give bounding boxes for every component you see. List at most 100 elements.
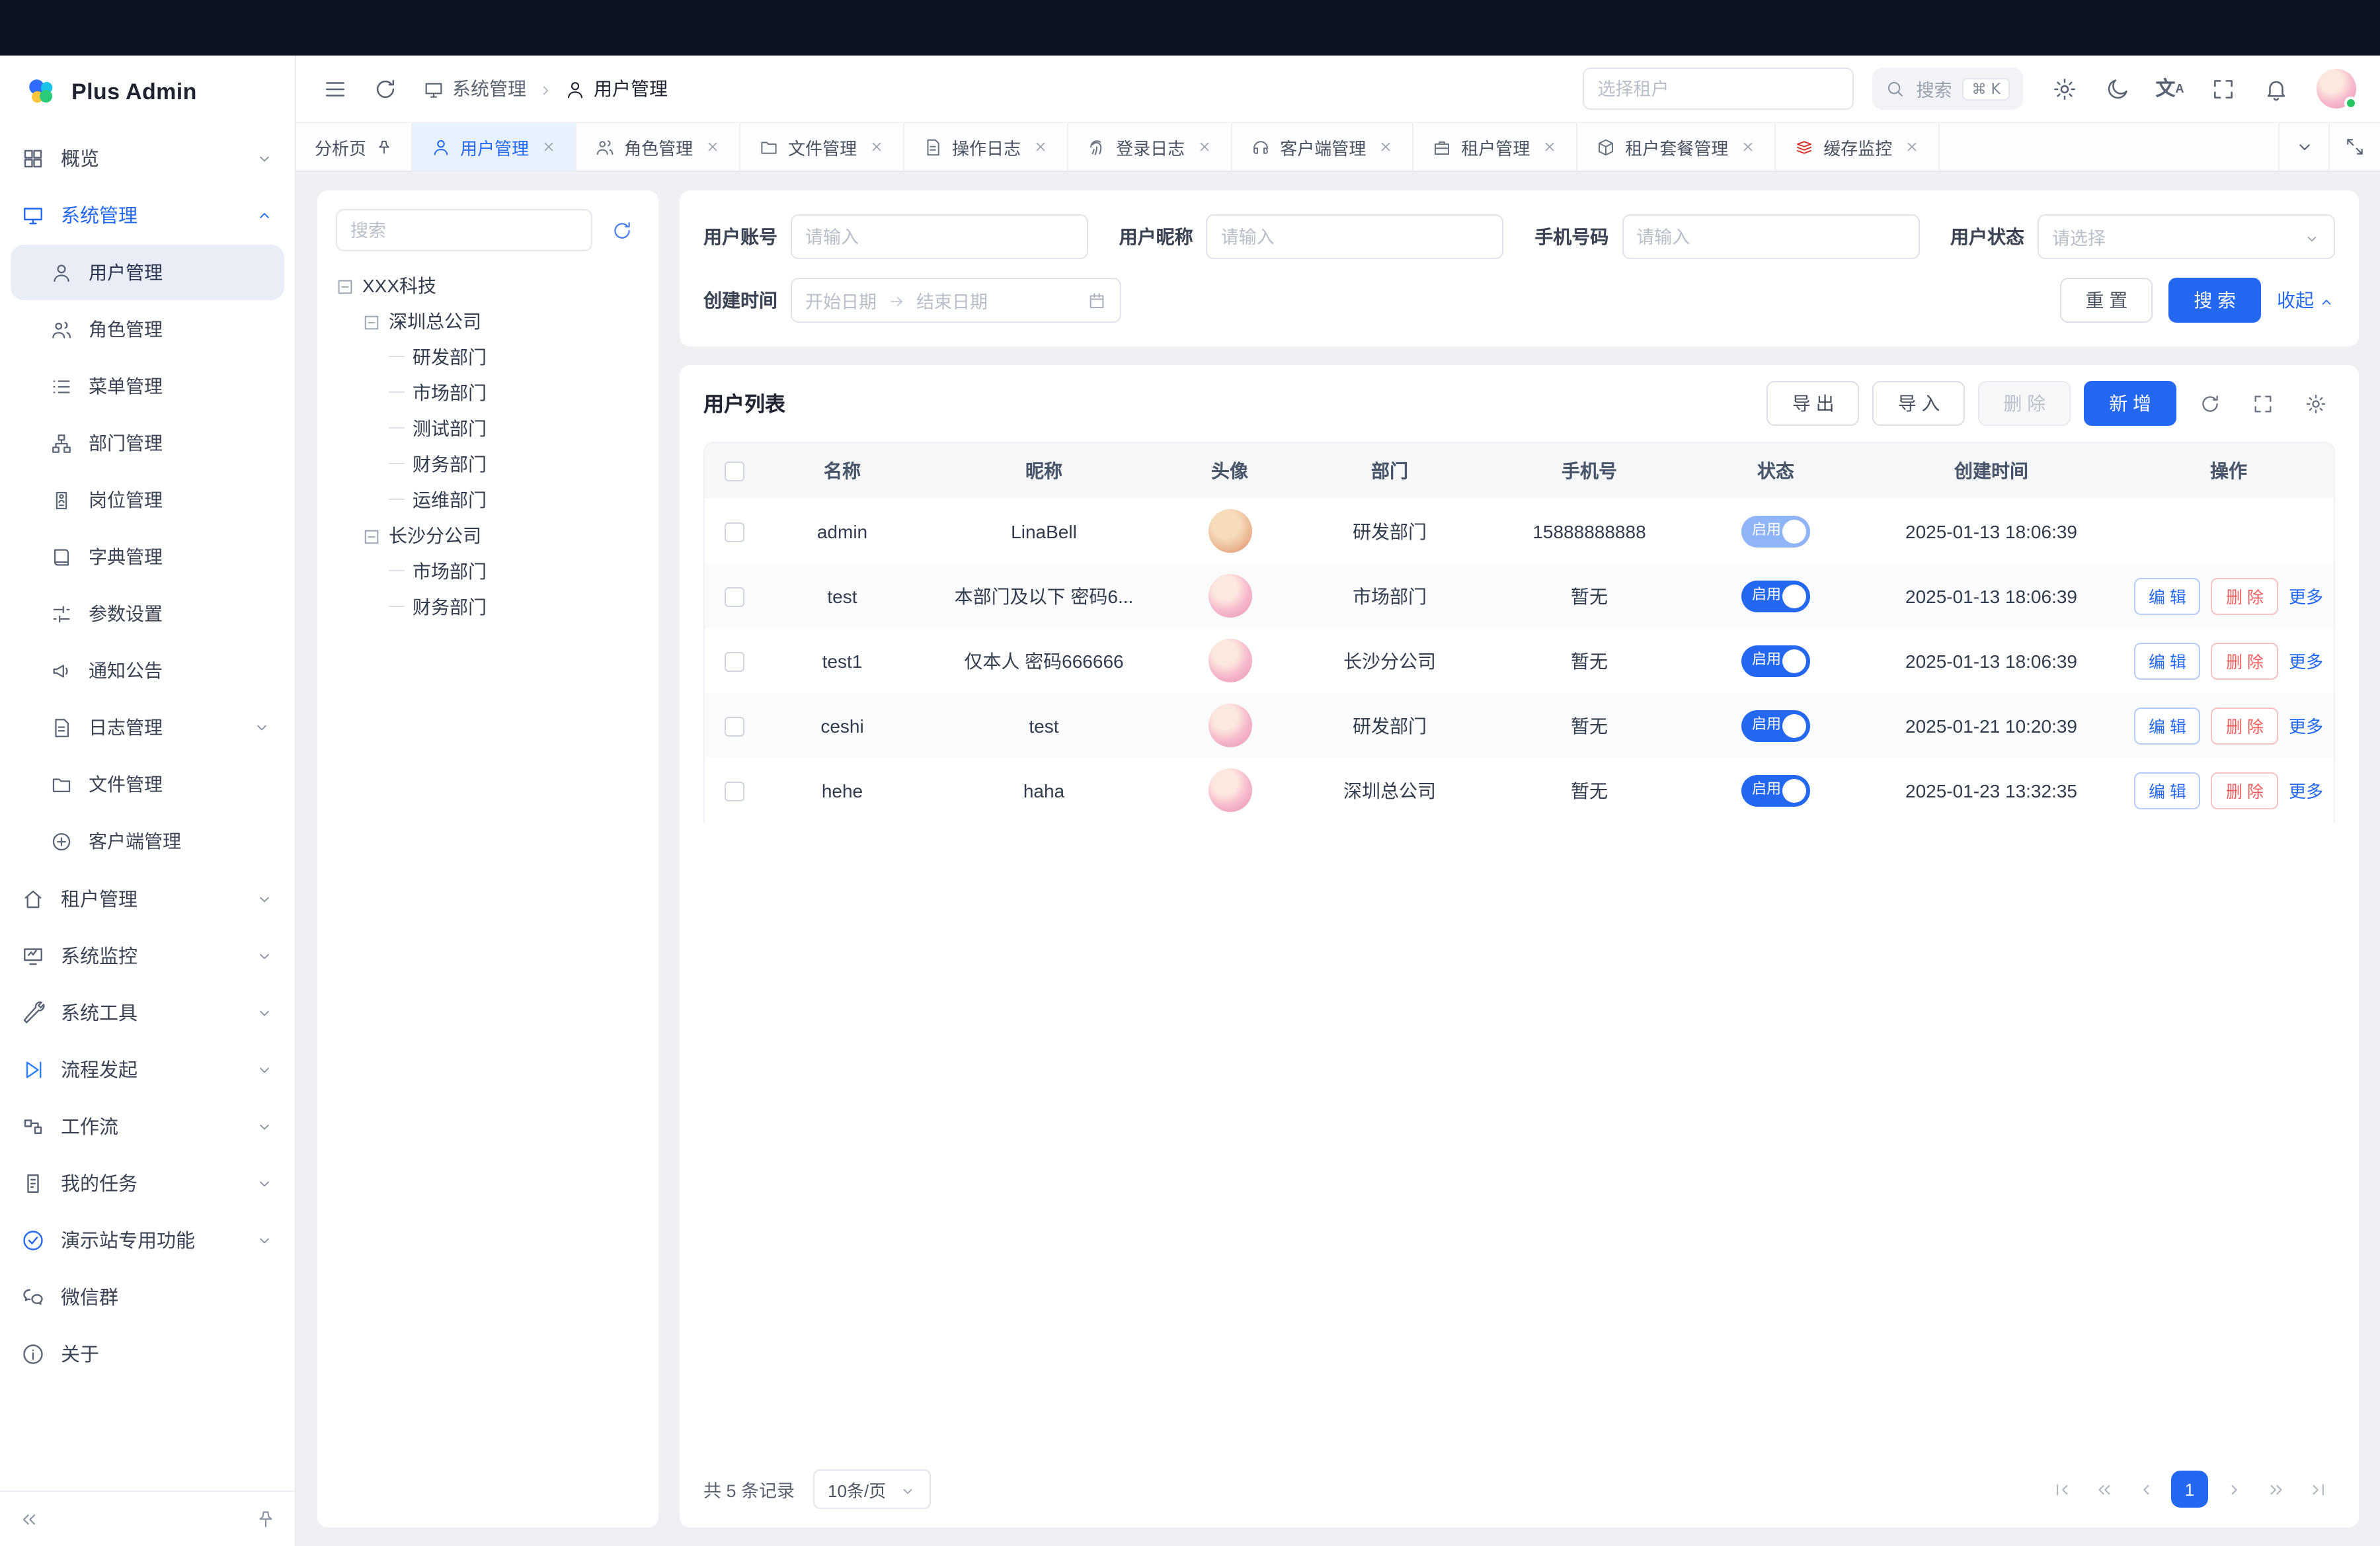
tree-search-input[interactable]: [336, 209, 592, 251]
sidebar-item-overview[interactable]: 概览: [0, 130, 295, 186]
tab-role-management[interactable]: 角色管理: [576, 123, 740, 171]
table-settings-button[interactable]: [2295, 384, 2335, 423]
more-button[interactable]: 更多: [2289, 583, 2323, 608]
sidebar-item-tenant-management[interactable]: 租户管理: [0, 870, 295, 927]
notifications-button[interactable]: [2253, 66, 2298, 111]
fullscreen-button[interactable]: [2200, 66, 2245, 111]
tab-client-management[interactable]: 客户端管理: [1232, 123, 1413, 171]
edit-button[interactable]: 编 辑: [2134, 642, 2201, 679]
language-button[interactable]: 文A: [2147, 66, 2192, 111]
tabs-fullscreen-button[interactable]: [2330, 123, 2380, 171]
tree-node[interactable]: 市场部门: [336, 553, 640, 589]
status-toggle[interactable]: 启用: [1741, 515, 1810, 547]
sidebar-item-log-management[interactable]: 日志管理: [11, 700, 284, 755]
user-avatar[interactable]: [2317, 69, 2356, 108]
tab-file-management[interactable]: 文件管理: [740, 123, 904, 171]
collapse-filters-link[interactable]: 收起: [2277, 287, 2335, 313]
sidebar-item-process-start[interactable]: 流程发起: [0, 1041, 295, 1098]
page-size-select[interactable]: 10条/页: [813, 1469, 931, 1509]
row-checkbox[interactable]: [724, 522, 744, 542]
row-checkbox[interactable]: [724, 587, 744, 607]
add-button[interactable]: 新 增: [2084, 381, 2176, 426]
status-toggle[interactable]: 启用: [1741, 710, 1810, 741]
sidebar-item-notice[interactable]: 通知公告: [11, 643, 284, 698]
tabs-menu-button[interactable]: [2280, 123, 2330, 171]
status-toggle[interactable]: 启用: [1741, 645, 1810, 676]
pin-sidebar-button[interactable]: [255, 1508, 276, 1531]
status-toggle[interactable]: 启用: [1741, 774, 1810, 806]
more-button[interactable]: 更多: [2289, 778, 2323, 803]
first-page-button[interactable]: [2044, 1472, 2079, 1506]
sidebar-item-system-management[interactable]: 系统管理: [0, 186, 295, 243]
close-icon[interactable]: [1033, 139, 1049, 155]
batch-delete-button[interactable]: 删 除: [1978, 381, 2071, 426]
breadcrumb-user-management[interactable]: 用户管理: [565, 75, 668, 102]
nickname-input[interactable]: [1207, 214, 1504, 259]
sidebar-item-user-management[interactable]: 用户管理: [11, 245, 284, 300]
close-icon[interactable]: [869, 139, 885, 155]
tab-cache-monitor[interactable]: 缓存监控: [1776, 123, 1940, 171]
row-checkbox[interactable]: [724, 782, 744, 801]
collapse-node-icon[interactable]: [362, 310, 381, 332]
more-button[interactable]: 更多: [2289, 648, 2323, 673]
created-date-range[interactable]: 开始日期 结束日期: [791, 278, 1121, 323]
delete-button[interactable]: 删 除: [2211, 707, 2278, 744]
sidebar-item-client-management[interactable]: 客户端管理: [11, 813, 284, 869]
close-icon[interactable]: [1740, 139, 1756, 155]
breadcrumb-system-management[interactable]: 系统管理: [423, 75, 526, 102]
edit-button[interactable]: 编 辑: [2134, 707, 2201, 744]
reset-button[interactable]: 重 置: [2060, 278, 2153, 323]
settings-button[interactable]: [2042, 66, 2086, 111]
sidebar-item-demo-features[interactable]: 演示站专用功能: [0, 1211, 295, 1268]
delete-button[interactable]: 删 除: [2211, 577, 2278, 614]
app-logo[interactable]: Plus Admin: [0, 56, 295, 130]
tab-analytics[interactable]: 分析页: [296, 123, 413, 171]
delete-button[interactable]: 删 除: [2211, 642, 2278, 679]
sidebar-item-param-settings[interactable]: 参数设置: [11, 586, 284, 641]
tree-node[interactable]: 研发部门: [336, 339, 640, 374]
collapse-node-icon[interactable]: [336, 274, 354, 296]
refresh-page-button[interactable]: [362, 66, 407, 111]
sidebar-item-dict-management[interactable]: 字典管理: [11, 529, 284, 585]
back-pages-button[interactable]: [2086, 1472, 2121, 1506]
tab-tenant-package[interactable]: 租户套餐管理: [1577, 123, 1776, 171]
sidebar-item-about[interactable]: 关于: [0, 1325, 295, 1382]
tab-tenant-management[interactable]: 租户管理: [1413, 123, 1577, 171]
tree-node[interactable]: 市场部门: [336, 374, 640, 410]
table-refresh-button[interactable]: [2190, 384, 2229, 423]
tree-node[interactable]: XXX科技: [336, 267, 640, 303]
close-icon[interactable]: [541, 139, 557, 155]
sidebar-item-wechat-group[interactable]: 微信群: [0, 1268, 295, 1325]
sidebar-item-dept-management[interactable]: 部门管理: [11, 415, 284, 471]
select-all-checkbox[interactable]: [724, 462, 744, 482]
tree-node[interactable]: 长沙分公司: [336, 517, 640, 553]
more-button[interactable]: 更多: [2289, 713, 2323, 738]
current-page-button[interactable]: 1: [2171, 1471, 2208, 1508]
tab-user-management[interactable]: 用户管理: [413, 123, 576, 171]
collapse-sidebar-button[interactable]: [19, 1508, 40, 1531]
account-input[interactable]: [791, 214, 1088, 259]
phone-input[interactable]: [1622, 214, 1919, 259]
row-checkbox[interactable]: [724, 717, 744, 737]
tree-refresh-button[interactable]: [603, 212, 640, 249]
delete-button[interactable]: 删 除: [2211, 772, 2278, 809]
global-search[interactable]: 搜索 ⌘ K: [1873, 67, 2023, 110]
tree-node[interactable]: 运维部门: [336, 481, 640, 517]
prev-page-button[interactable]: [2129, 1472, 2163, 1506]
export-button[interactable]: 导 出: [1767, 381, 1860, 426]
collapse-node-icon[interactable]: [362, 524, 381, 546]
sidebar-item-file-management[interactable]: 文件管理: [11, 756, 284, 812]
tenant-select[interactable]: [1583, 67, 1854, 110]
sidebar-item-my-tasks[interactable]: 我的任务: [0, 1155, 295, 1211]
sidebar-item-system-monitor[interactable]: 系统监控: [0, 927, 295, 984]
next-page-button[interactable]: [2216, 1472, 2250, 1506]
status-select[interactable]: 请选择: [2038, 214, 2335, 259]
tree-node[interactable]: 财务部门: [336, 446, 640, 481]
tab-login-log[interactable]: 登录日志: [1068, 123, 1232, 171]
status-toggle[interactable]: 启用: [1741, 580, 1810, 612]
sidebar-item-role-management[interactable]: 角色管理: [11, 302, 284, 357]
edit-button[interactable]: 编 辑: [2134, 577, 2201, 614]
edit-button[interactable]: 编 辑: [2134, 772, 2201, 809]
sidebar-item-menu-management[interactable]: 菜单管理: [11, 358, 284, 414]
close-icon[interactable]: [1378, 139, 1394, 155]
